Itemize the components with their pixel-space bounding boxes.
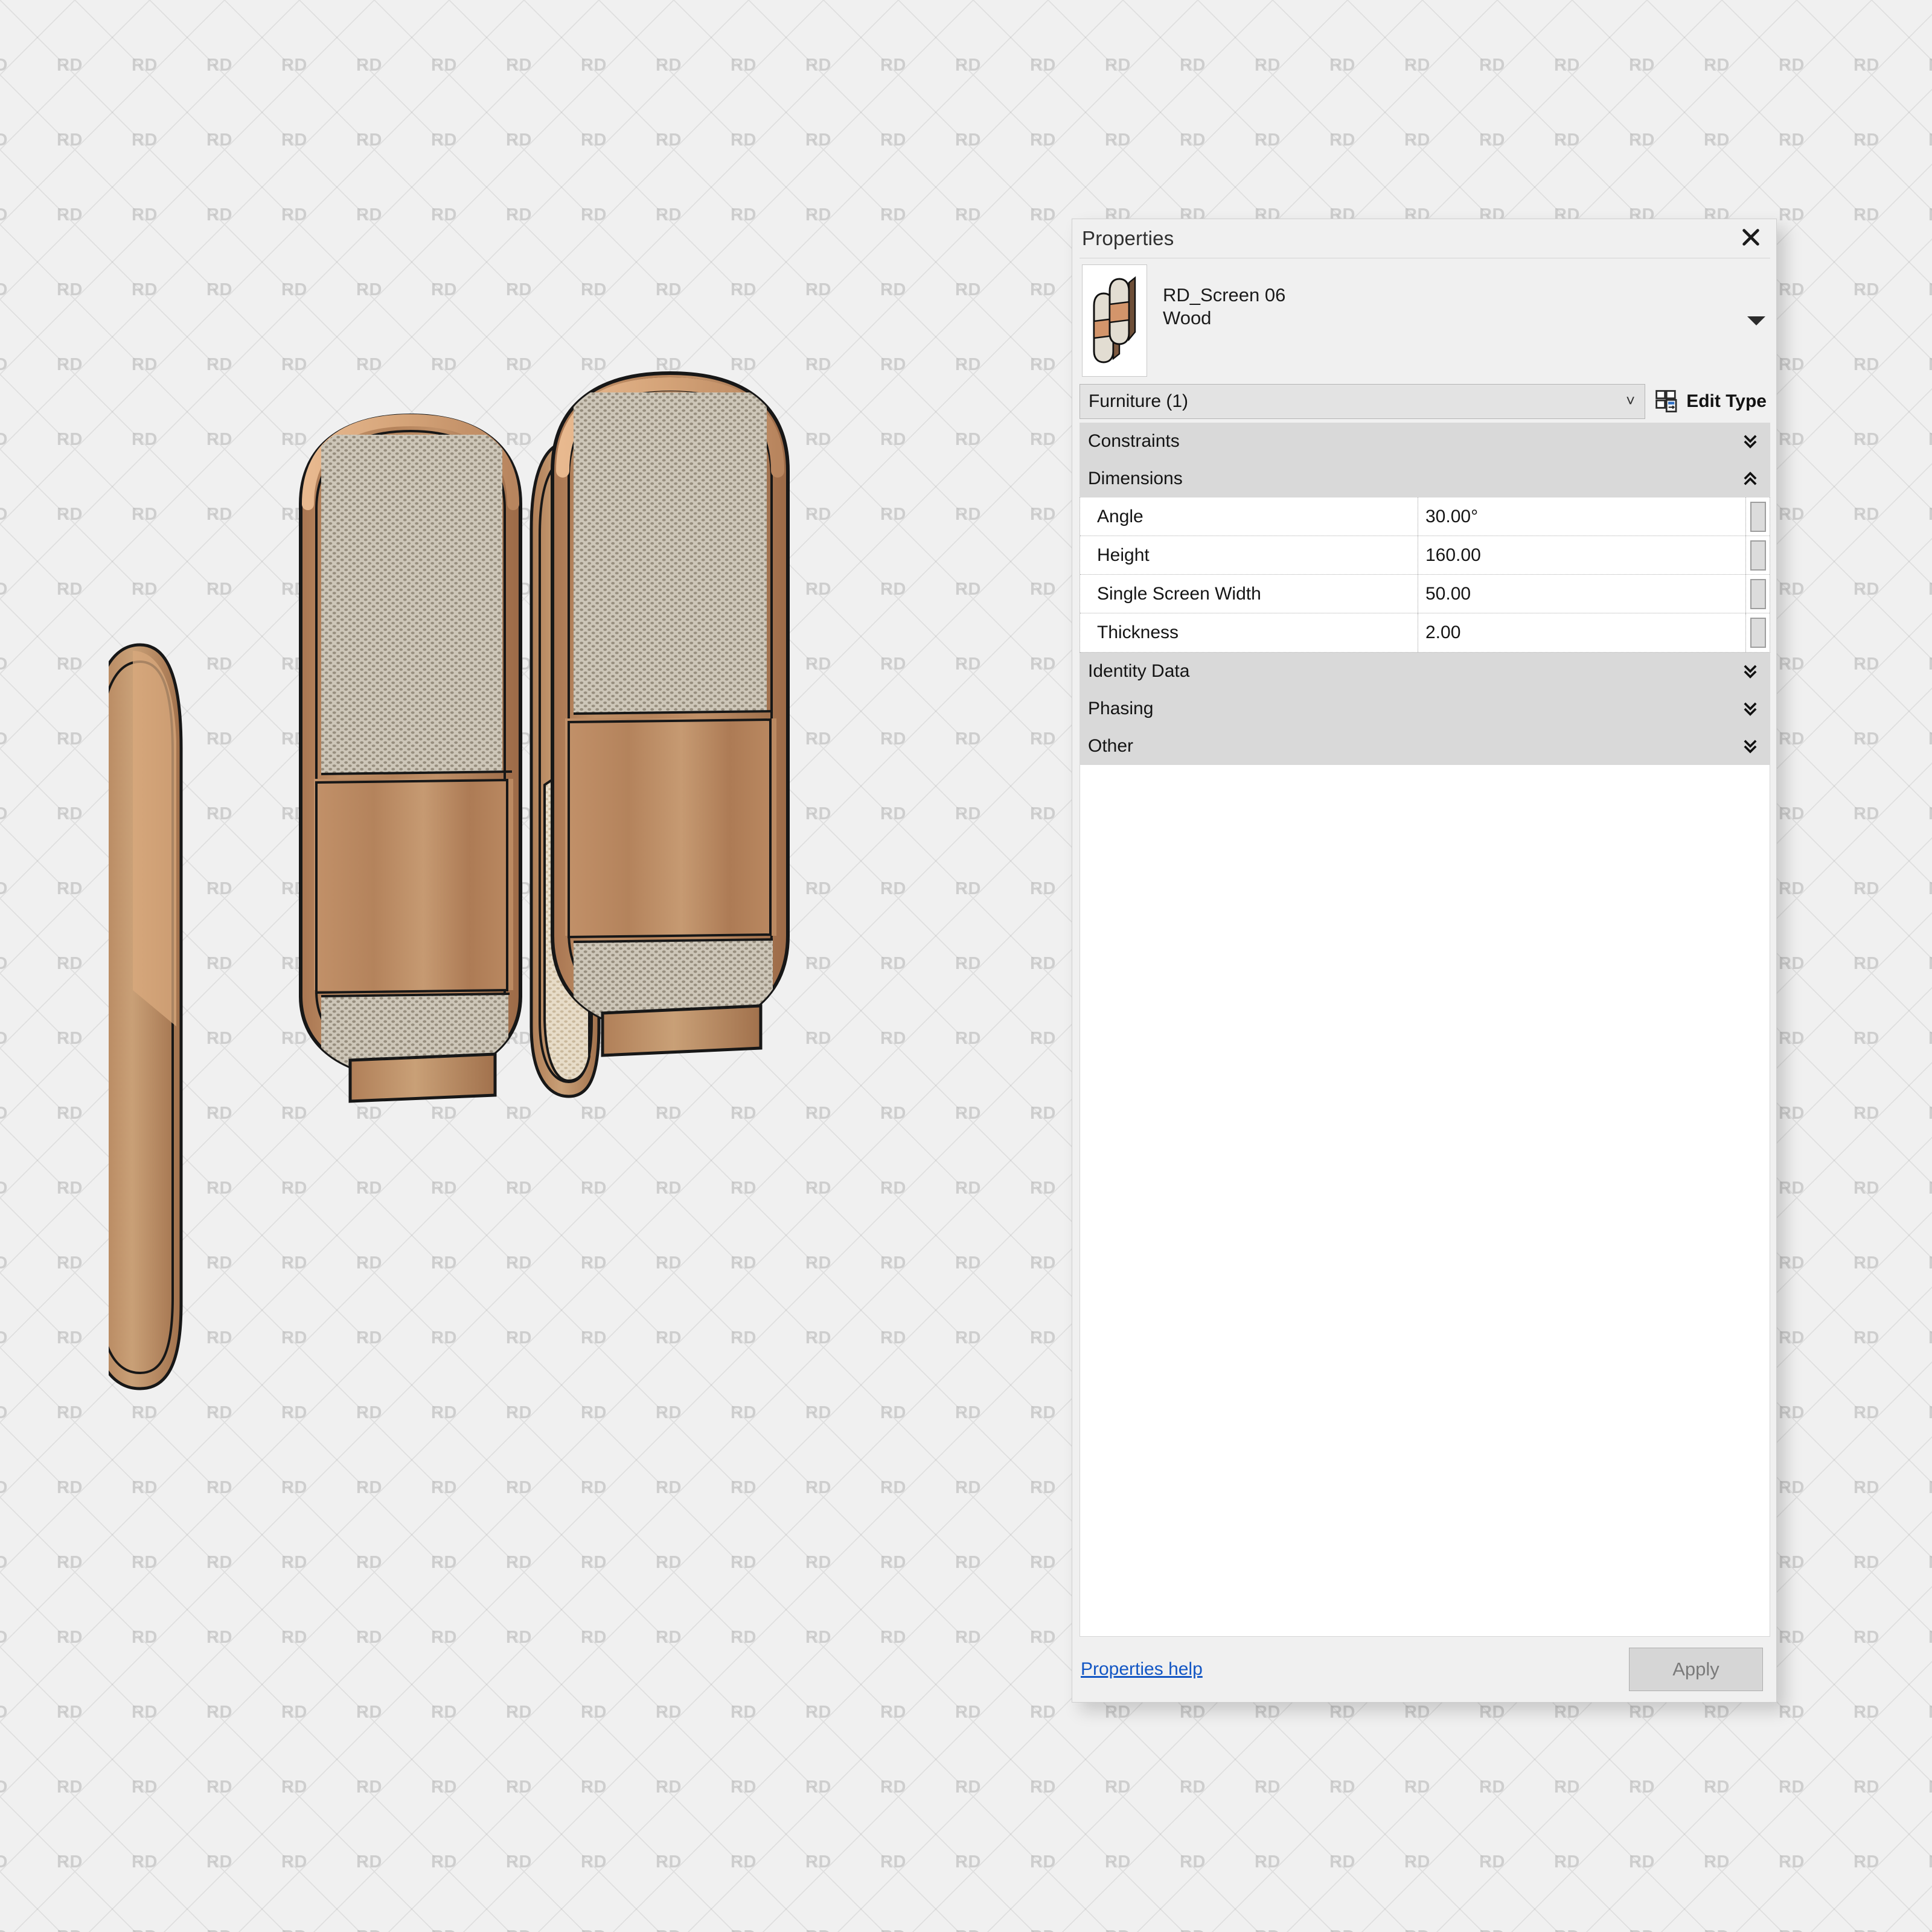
screen-leaf-far-left [109, 643, 183, 1390]
section-label: Dimensions [1088, 469, 1183, 488]
double-chevron-down-icon [1744, 664, 1757, 679]
category-select[interactable]: Furniture (1) ˅ [1080, 384, 1646, 419]
table-row: Thickness 2.00 [1080, 613, 1770, 652]
section-header-phasing[interactable]: Phasing [1080, 690, 1770, 728]
row-action-button[interactable] [1745, 536, 1770, 574]
edit-type-label: Edit Type [1686, 391, 1767, 411]
section-header-other[interactable]: Other [1080, 728, 1770, 765]
type-name: Wood [1163, 307, 1212, 328]
table-row: Angle 30.00° [1080, 497, 1770, 536]
table-row: Height 160.00 [1080, 536, 1770, 575]
section-label: Other [1088, 736, 1134, 756]
property-value-single-screen-width[interactable]: 50.00 [1418, 575, 1745, 613]
dimensions-rows: Angle 30.00° Height 160.00 Single Screen… [1080, 497, 1770, 653]
double-chevron-down-icon [1744, 433, 1757, 449]
close-icon[interactable] [1735, 222, 1767, 253]
type-thumbnail [1082, 264, 1147, 377]
category-row: Furniture (1) ˅ Edit Type [1080, 384, 1770, 419]
category-select-value: Furniture (1) [1089, 391, 1189, 411]
folding-screen-thumbnail [1093, 276, 1136, 363]
chevron-down-icon: ˅ [1626, 391, 1636, 410]
double-chevron-up-icon [1744, 471, 1757, 487]
property-value-height[interactable]: 160.00 [1418, 536, 1745, 574]
property-grid: Constraints Dimensions Angle 30.00° Heig… [1080, 423, 1770, 765]
folding-screen-3d-view [109, 362, 978, 1558]
section-label: Phasing [1088, 699, 1154, 718]
double-chevron-down-icon [1744, 738, 1757, 754]
row-action-button[interactable] [1745, 497, 1770, 536]
section-label: Identity Data [1088, 661, 1190, 681]
property-name: Angle [1080, 497, 1418, 536]
property-value-thickness[interactable]: 2.00 [1418, 613, 1745, 652]
property-name: Height [1080, 536, 1418, 574]
palette-footer: Properties help Apply [1072, 1637, 1776, 1702]
page-title: Properties [1082, 227, 1174, 249]
table-row: Single Screen Width 50.00 [1080, 575, 1770, 613]
family-name: RD_Screen 06 [1163, 284, 1286, 305]
property-value-angle[interactable]: 30.00° [1418, 497, 1745, 536]
section-header-constraints[interactable]: Constraints [1080, 423, 1770, 460]
double-chevron-down-icon [1744, 701, 1757, 717]
apply-button[interactable]: Apply [1629, 1648, 1763, 1691]
triangle-down-icon[interactable] [1747, 316, 1765, 325]
properties-help-link[interactable]: Properties help [1081, 1659, 1203, 1680]
type-name-block: RD_Screen 06 Wood [1163, 264, 1285, 330]
section-header-identity-data[interactable]: Identity Data [1080, 653, 1770, 690]
empty-property-area [1080, 765, 1770, 1637]
property-name: Thickness [1080, 613, 1418, 652]
section-label: Constraints [1088, 431, 1180, 451]
section-header-dimensions[interactable]: Dimensions [1080, 460, 1770, 497]
edit-type-icon [1655, 390, 1677, 413]
properties-palette: Properties RD_Screen 06 Wood Furniture (… [1072, 219, 1777, 1703]
drawing-canvas: RDRDRDRDRDRDRDRDRDRDRDRDRDRDRDRDRDRDRDRD… [0, 0, 1932, 1932]
property-name: Single Screen Width [1080, 575, 1418, 613]
palette-body: RD_Screen 06 Wood Furniture (1) ˅ Edit T… [1080, 258, 1770, 1637]
type-selector-header: RD_Screen 06 Wood [1080, 258, 1770, 384]
screen-leaf-left [299, 413, 522, 1103]
screen-leaf-right [551, 371, 790, 1057]
row-action-button[interactable] [1745, 575, 1770, 613]
palette-title-bar: Properties [1072, 219, 1776, 258]
edit-type-button[interactable]: Edit Type [1654, 388, 1770, 415]
row-action-button[interactable] [1745, 613, 1770, 652]
